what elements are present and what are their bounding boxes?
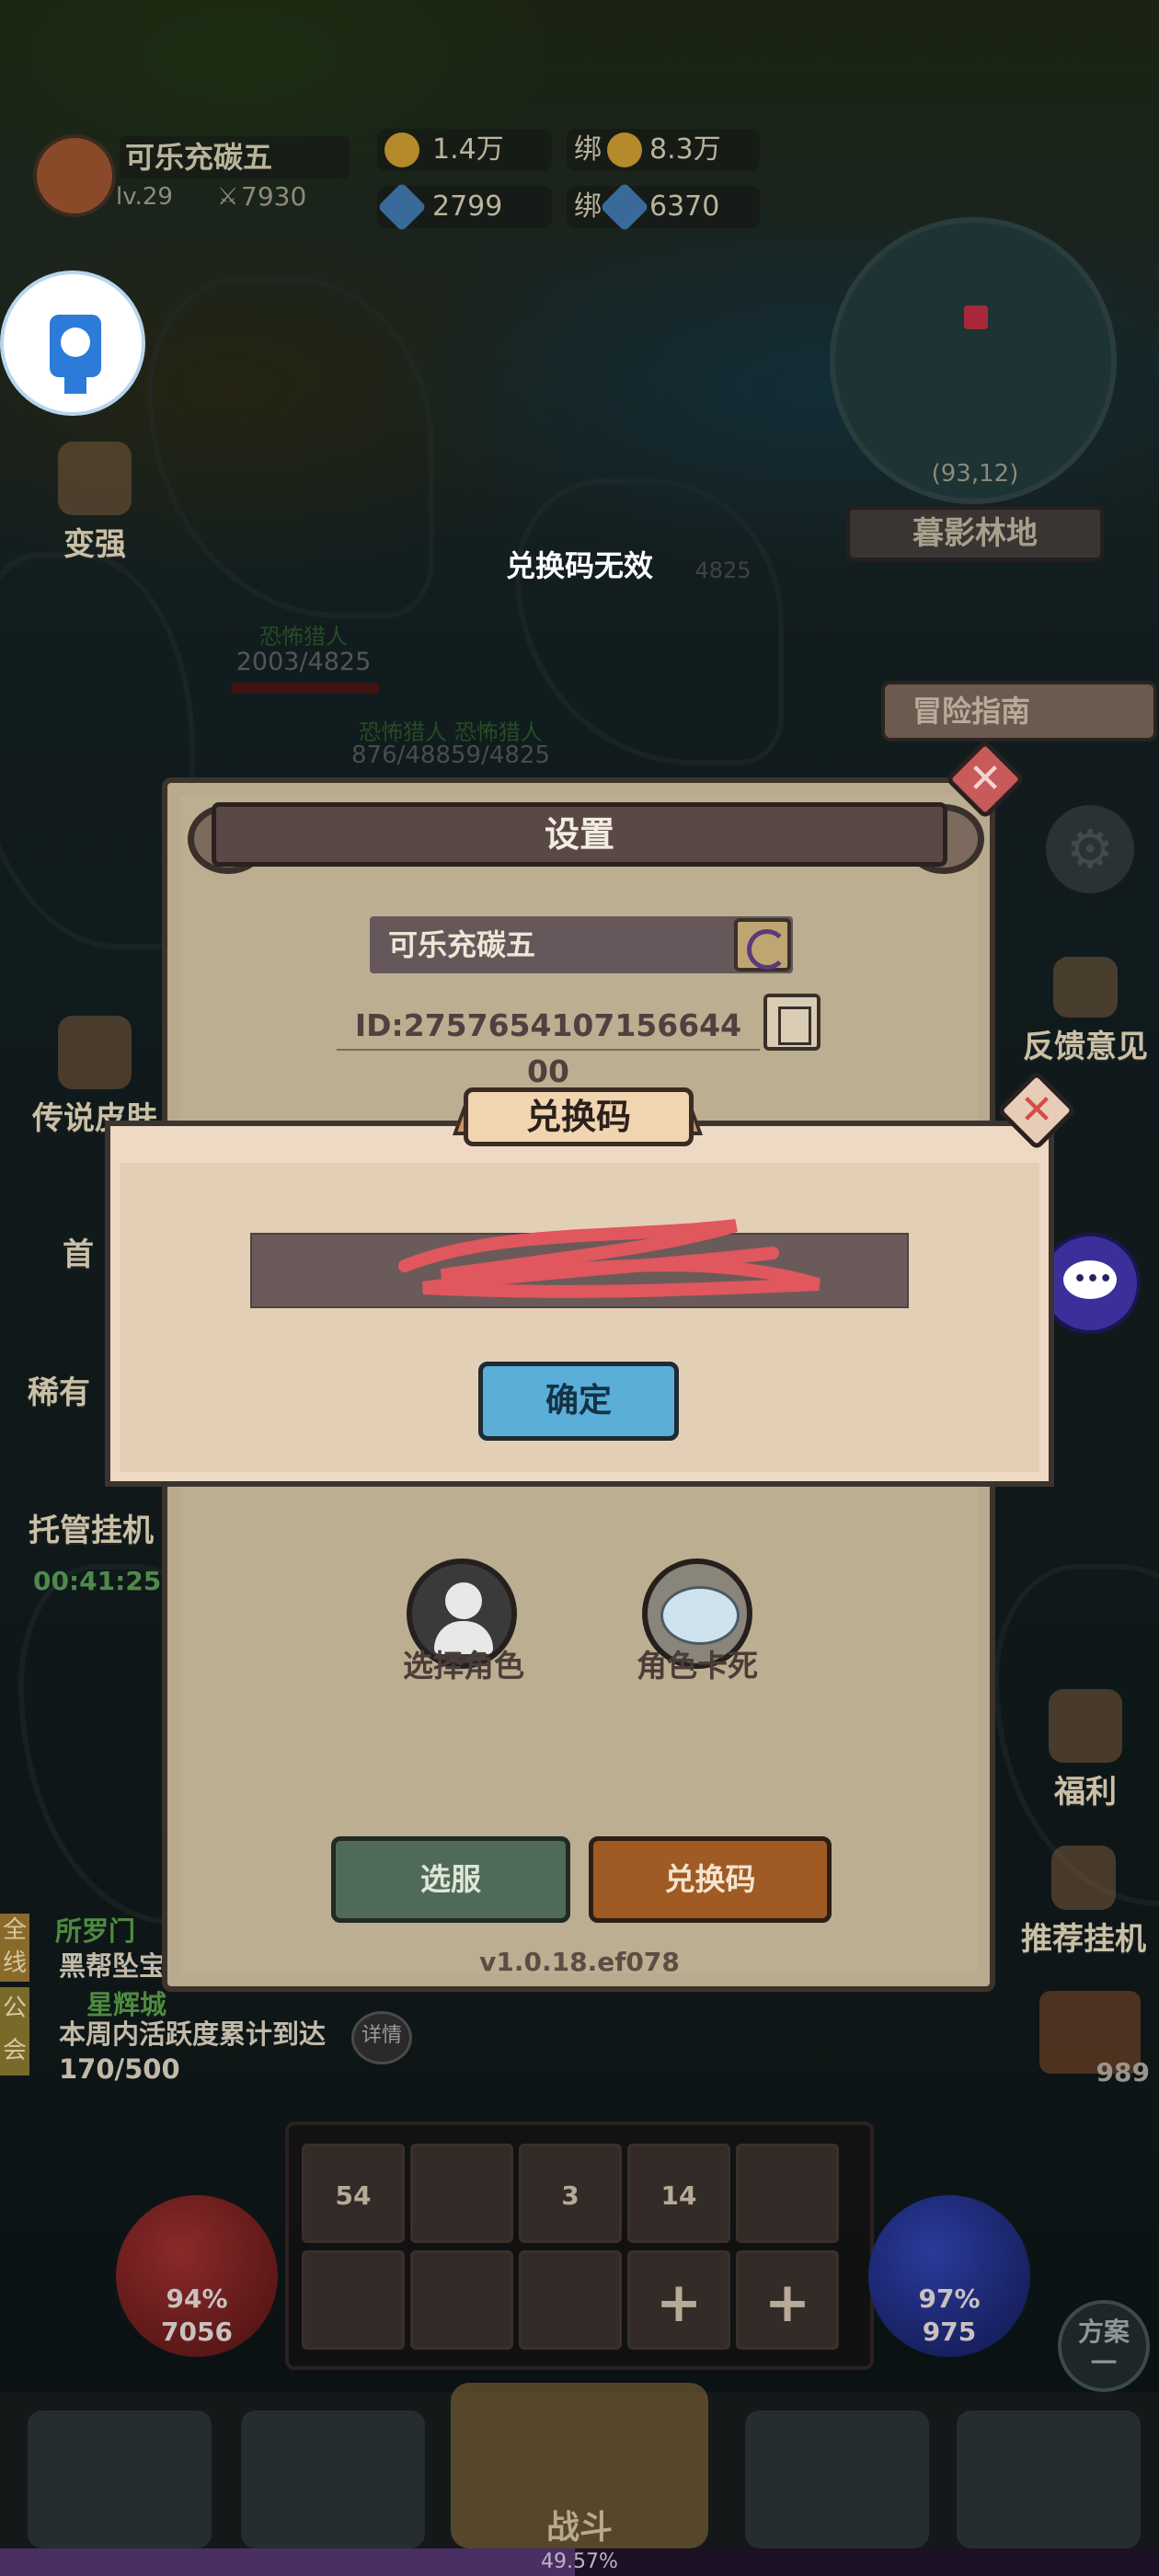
player-avatar[interactable] xyxy=(33,134,116,217)
first-charge-label: 首 xyxy=(63,1236,94,1273)
bound-gold-icon xyxy=(607,132,642,167)
skill-slot-5[interactable] xyxy=(736,2144,839,2243)
skill-slot-1[interactable]: 54 xyxy=(302,2144,405,2243)
strengthen-label: 变强 xyxy=(63,526,126,563)
edit-name-button[interactable] xyxy=(734,918,791,972)
plan-number: 一 xyxy=(1090,2348,1117,2378)
diamond-counter: 2799 xyxy=(377,182,552,232)
player-marker-icon xyxy=(964,305,988,329)
select-role-label[interactable]: 选择角色 xyxy=(362,1641,565,1685)
settings-title: 设置 xyxy=(212,802,947,867)
camera-stand xyxy=(64,377,86,394)
mp-value: 975 xyxy=(922,2317,977,2347)
bound-gold-prefix: 绑 xyxy=(574,133,602,166)
auto-battle-button[interactable]: 托管挂机 xyxy=(13,1505,169,1550)
screen-record-button[interactable] xyxy=(0,270,145,416)
diamond-icon xyxy=(377,182,427,232)
rare-button[interactable]: 稀有 xyxy=(13,1367,105,1412)
copy-icon xyxy=(778,1006,811,1045)
experience-percent: 49.57% xyxy=(541,2550,618,2573)
chat-activity-text: 本周内活跃度累计到达170/500 xyxy=(59,2018,327,2085)
player-id: ID:2757654107156644​00 xyxy=(337,1003,760,1089)
camera-lens xyxy=(61,328,90,357)
bound-diamond-icon xyxy=(600,182,649,232)
confirm-button[interactable]: 确定 xyxy=(478,1362,679,1441)
chest-count: 989 xyxy=(1096,2057,1150,2087)
skill-slot-2[interactable] xyxy=(410,2144,513,2243)
chat-tag-guild[interactable]: 公会 xyxy=(0,1987,29,2076)
skill-slot-6[interactable] xyxy=(302,2250,405,2350)
copy-id-button[interactable] xyxy=(763,994,820,1051)
recommend-auto-label: 推荐挂机 xyxy=(1021,1921,1146,1958)
version-text: v1.0.18.ef078 xyxy=(479,1947,680,1977)
strengthen-button[interactable]: 变强 xyxy=(26,442,164,564)
nav-castle-icon[interactable] xyxy=(745,2410,929,2548)
envelope-icon xyxy=(1053,957,1118,1018)
feedback-button[interactable]: 反馈意见 xyxy=(1012,957,1159,1066)
hud-level: lv.29 xyxy=(116,183,173,211)
nav-helmet-icon[interactable] xyxy=(241,2410,425,2548)
gold-counter: 1.4万 xyxy=(377,129,552,171)
gift-icon xyxy=(1049,1689,1122,1763)
rare-label: 稀有 xyxy=(28,1374,90,1411)
gold-coin-icon xyxy=(384,132,419,167)
bound-diamond-prefix: 绑 xyxy=(574,190,602,223)
person-head-icon xyxy=(445,1582,482,1619)
empty-slot-plus-icon[interactable]: + xyxy=(627,2250,730,2350)
nav-battle-label: 战斗 xyxy=(545,2509,613,2547)
redaction-scribble xyxy=(398,1219,820,1298)
hourglass-icon xyxy=(1051,1846,1116,1910)
chat-bubble-button[interactable]: ••• xyxy=(1039,1233,1141,1334)
hud-player-name: 可乐充碳五 xyxy=(120,136,350,178)
map-name: 暮影林地 xyxy=(846,506,1104,561)
feedback-label: 反馈意见 xyxy=(1023,1029,1148,1065)
bound-diamond-value: 6370 xyxy=(649,190,720,223)
chat-line-1: 所罗门 xyxy=(55,1915,136,1947)
auto-battle-label: 托管挂机 xyxy=(29,1512,154,1549)
hp-value: 7056 xyxy=(161,2317,233,2347)
diamond-value: 2799 xyxy=(432,190,503,223)
disc-icon xyxy=(660,1586,740,1645)
bound-gold-value: 8.3万 xyxy=(649,133,721,166)
invalid-code-toast: 兑换码无效 xyxy=(505,548,653,583)
edit-icon xyxy=(747,929,787,970)
gold-value: 1.4万 xyxy=(432,133,504,166)
skill-slot-8[interactable] xyxy=(519,2250,622,2350)
bound-gold-counter: 绑 8.3万 xyxy=(567,129,760,171)
settings-player-name: 可乐充碳五 xyxy=(370,916,793,973)
skill-slot-4[interactable]: 14 xyxy=(627,2144,730,2243)
role-stuck-label[interactable]: 角色卡死 xyxy=(596,1641,798,1685)
adventure-guide-button[interactable]: 冒险指南 xyxy=(881,681,1157,742)
auto-timer: 00:41:25 xyxy=(33,1566,162,1596)
crown-icon xyxy=(58,442,132,515)
hp-percent: 94% xyxy=(166,2283,228,2314)
skill-slot-7[interactable] xyxy=(410,2250,513,2350)
skin-icon xyxy=(58,1016,132,1089)
skill-slot-3[interactable]: 3 xyxy=(519,2144,622,2243)
welfare-button[interactable]: 福利 xyxy=(1021,1689,1150,1811)
redeem-code-button[interactable]: 兑换码 xyxy=(589,1836,832,1923)
empty-slot-plus-icon[interactable]: + xyxy=(736,2250,839,2350)
nav-battle-button[interactable]: 战斗 xyxy=(451,2383,708,2548)
experience-bar: 49.57% xyxy=(0,2548,1159,2576)
minimap-coords: (93,12) xyxy=(931,460,1019,488)
mp-percent: 97% xyxy=(918,2283,981,2314)
close-icon: ✕ xyxy=(1019,1087,1054,1133)
welfare-label: 福利 xyxy=(1054,1774,1117,1811)
select-server-button[interactable]: 选服 xyxy=(331,1836,570,1923)
settings-gear-icon[interactable]: ⚙ xyxy=(1041,800,1139,898)
recommend-auto-button[interactable]: 推荐挂机 xyxy=(1008,1846,1159,1959)
chat-line-2: 黑帮坠宝 xyxy=(59,1950,166,1982)
plan-button[interactable]: 方案 一 xyxy=(1058,2300,1150,2392)
bound-diamond-counter: 绑 6370 xyxy=(567,182,760,232)
nav-shop-icon[interactable] xyxy=(957,2410,1141,2548)
chat-tag-all[interactable]: 全线 xyxy=(0,1914,29,1982)
chat-dots: ••• xyxy=(1073,1268,1113,1291)
redeem-dialog-title: 兑换码 xyxy=(464,1087,694,1146)
close-icon: ✕ xyxy=(968,755,1003,802)
plan-label: 方案 xyxy=(1077,2317,1130,2347)
hud-power: 7930 xyxy=(241,181,307,212)
chat-detail-button[interactable]: 详情 xyxy=(351,2011,412,2064)
nav-pet-icon[interactable] xyxy=(28,2410,212,2548)
